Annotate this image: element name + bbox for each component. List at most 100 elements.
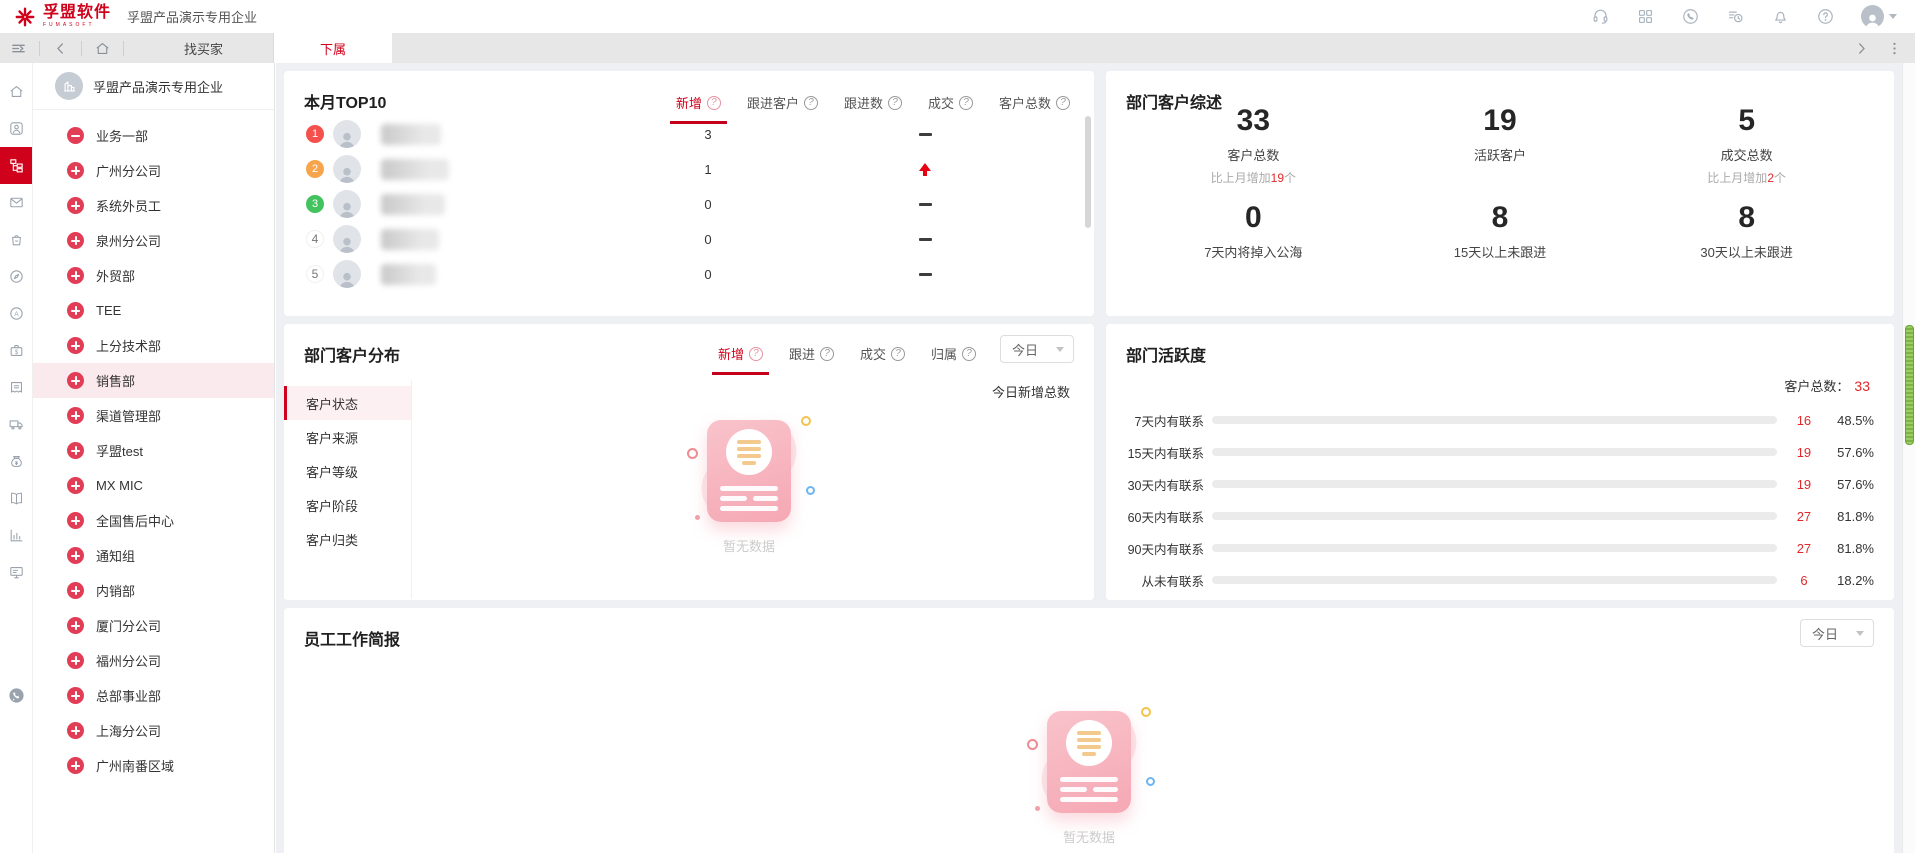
headset-icon[interactable] [1591,7,1610,26]
sidebar-item[interactable]: 上海分公司 [33,713,274,748]
app-logo[interactable]: 孚盟软件 FUMASOFT [14,5,111,28]
expand-icon[interactable] [67,197,84,214]
top10-row[interactable]: 5 0 [306,256,1070,292]
report-chart-icon[interactable] [0,517,32,554]
sidebar-item[interactable]: 外贸部 [33,258,274,293]
finance-moneybag-icon[interactable] [0,443,32,480]
todo-clock-icon[interactable] [1726,7,1745,26]
top10-row[interactable]: 4 0 [306,221,1070,257]
expand-icon[interactable] [67,372,84,389]
sidebar-item[interactable]: 孚盟test [33,433,274,468]
help-icon[interactable] [804,96,818,110]
sidebar-item[interactable]: 广州分公司 [33,153,274,188]
tab-followup[interactable]: 跟进 [789,344,834,372]
expand-icon[interactable] [67,687,84,704]
help-icon[interactable] [749,347,763,361]
invoice-icon[interactable] [0,369,32,406]
expand-icon[interactable] [67,582,84,599]
help-icon[interactable] [1816,7,1835,26]
expand-icon[interactable] [67,512,84,529]
logistics-truck-icon[interactable] [0,406,32,443]
expand-icon[interactable] [67,302,84,319]
org-header[interactable]: 孚盟产品演示专用企业 [33,63,274,110]
marketing-a-icon[interactable]: A [0,295,32,332]
activity-bars: 7天内有联系 16 48.5% 15天内有联系 19 57.6% 30天内有联系… [1116,404,1874,596]
department-list: 业务一部 广州分公司 系统外员工 泉州分公司 外贸部 TEE 上分技术部 销售部… [33,110,274,783]
home-tab-icon[interactable] [94,40,111,57]
sidebar-item[interactable]: 厦门分公司 [33,608,274,643]
expand-icon[interactable] [67,267,84,284]
top10-row[interactable]: 1 3 [306,116,1070,152]
help-icon[interactable] [888,96,902,110]
forward-chevron-icon[interactable] [1853,40,1870,57]
period-dropdown[interactable]: 今日 [1000,335,1074,363]
sidebar-item[interactable]: 业务一部 [33,118,274,153]
tab-deals[interactable]: 成交 [860,344,905,372]
brand-name: 孚盟软件 [43,5,111,21]
bell-icon[interactable] [1771,7,1790,26]
expand-icon[interactable] [67,547,84,564]
sidebar-item-sales-dept[interactable]: 销售部 [33,363,274,398]
sidebar-item[interactable]: 渠道管理部 [33,398,274,433]
tab-new[interactable]: 新增 [718,344,763,372]
compass-icon[interactable] [0,258,32,295]
menu-customer-category[interactable]: 客户归类 [284,522,411,556]
apps-grid-icon[interactable] [1636,7,1655,26]
expand-icon[interactable] [67,477,84,494]
scrollbar-thumb[interactable] [1905,325,1914,445]
org-structure-icon[interactable] [0,147,32,184]
page-scrollbar[interactable] [1902,63,1915,853]
help-icon[interactable] [959,96,973,110]
top10-row[interactable]: 3 0 [306,186,1070,222]
top10-row[interactable]: 2 1 [306,151,1070,187]
collapse-icon[interactable] [67,127,84,144]
sidebar-item[interactable]: TEE [33,293,274,328]
help-icon[interactable] [820,347,834,361]
knowledge-book-icon[interactable] [0,480,32,517]
expand-icon[interactable] [67,617,84,634]
sidebar-item[interactable]: 全国售后中心 [33,503,274,538]
sidebar-item[interactable]: 福州分公司 [33,643,274,678]
sidebar-item[interactable]: MX MIC [33,468,274,503]
help-icon[interactable] [891,347,905,361]
sidebar-item[interactable]: 内销部 [33,573,274,608]
sidebar-item[interactable]: 上分技术部 [33,328,274,363]
sidebar-item[interactable]: 泉州分公司 [33,223,274,258]
help-icon[interactable] [707,96,721,110]
help-icon[interactable] [962,347,976,361]
menu-customer-level[interactable]: 客户等级 [284,454,411,488]
back-chevron-icon[interactable] [52,40,69,57]
menu-customer-status[interactable]: 客户状态 [284,386,411,420]
expand-icon[interactable] [67,407,84,424]
expand-icon[interactable] [67,757,84,774]
period-dropdown[interactable]: 今日 [1800,619,1874,647]
whatsapp-icon[interactable] [0,677,32,714]
contacts-icon[interactable] [0,110,32,147]
expand-icon[interactable] [67,652,84,669]
sidebar-item[interactable]: 广州南番区域 [33,748,274,783]
tab-ownership[interactable]: 归属 [931,344,976,372]
orders-bag-icon[interactable] [0,221,32,258]
sidebar-item[interactable]: 通知组 [33,538,274,573]
workbench-monitor-icon[interactable] [0,554,32,591]
menu-customer-source[interactable]: 客户来源 [284,420,411,454]
menu-customer-stage[interactable]: 客户阶段 [284,488,411,522]
collapse-sidebar-icon[interactable] [10,40,27,57]
business-case-icon[interactable]: $ [0,332,32,369]
more-dots-icon[interactable] [1886,40,1903,57]
tab-find-buyers[interactable]: 找买家 [134,33,274,63]
sidebar-item[interactable]: 总部事业部 [33,678,274,713]
expand-icon[interactable] [67,162,84,179]
expand-icon[interactable] [67,232,84,249]
home-icon[interactable] [0,73,32,110]
card-scrollbar[interactable] [1085,116,1091,228]
mail-icon[interactable] [0,184,32,221]
sidebar-item[interactable]: 系统外员工 [33,188,274,223]
expand-icon[interactable] [67,337,84,354]
expand-icon[interactable] [67,442,84,459]
expand-icon[interactable] [67,722,84,739]
help-icon[interactable] [1056,96,1070,110]
user-menu[interactable] [1861,5,1897,28]
whatsapp-icon[interactable] [1681,7,1700,26]
tab-subordinates[interactable]: 下属 [274,33,392,63]
